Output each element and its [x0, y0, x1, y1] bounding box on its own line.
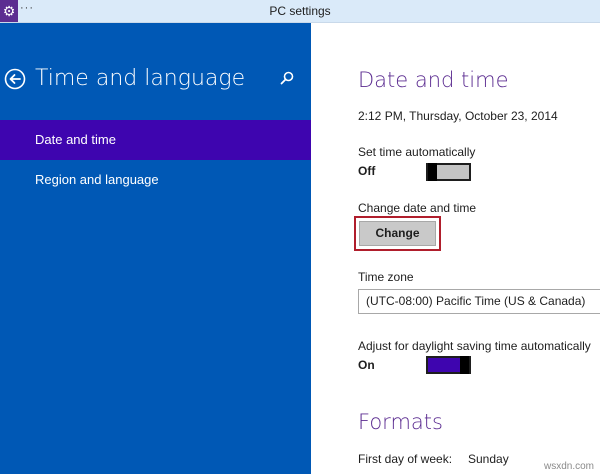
set-time-auto-label: Set time automatically — [358, 145, 476, 159]
section-heading-formats: Formats — [358, 410, 443, 434]
set-time-auto-toggle[interactable] — [426, 163, 471, 181]
change-date-time-label: Change date and time — [358, 201, 477, 215]
window-title: PC settings — [269, 4, 331, 18]
watermark: wsxdn.com — [543, 461, 594, 472]
sidebar-item-date-and-time[interactable]: Date and time — [0, 120, 311, 160]
sidebar-title: Time and language — [35, 66, 246, 91]
time-zone-label: Time zone — [358, 270, 414, 284]
toggle-thumb — [428, 163, 437, 181]
change-button-highlight: Change — [354, 216, 441, 251]
search-icon[interactable] — [280, 71, 294, 85]
first-day-label: First day of week: — [358, 452, 453, 466]
title-bar: ⚙ ··· PC settings — [0, 0, 600, 23]
section-heading-date-and-time: Date and time — [358, 68, 509, 92]
change-button[interactable]: Change — [359, 221, 436, 246]
back-arrow-icon[interactable] — [4, 68, 26, 90]
toggle-thumb — [460, 356, 469, 374]
dst-toggle[interactable] — [426, 356, 471, 374]
first-day-value: Sunday — [468, 452, 509, 466]
current-datetime: 2:12 PM, Thursday, October 23, 2014 — [358, 109, 558, 123]
content-pane: Date and time 2:12 PM, Thursday, October… — [311, 23, 600, 474]
set-time-auto-state: Off — [358, 164, 376, 178]
dst-label: Adjust for daylight saving time automati… — [358, 339, 591, 353]
sidebar: Time and language Date and time Region a… — [0, 23, 311, 474]
time-zone-select[interactable]: (UTC-08:00) Pacific Time (US & Canada) — [358, 289, 600, 314]
dst-state: On — [358, 358, 375, 372]
sidebar-item-region-and-language[interactable]: Region and language — [0, 160, 311, 200]
